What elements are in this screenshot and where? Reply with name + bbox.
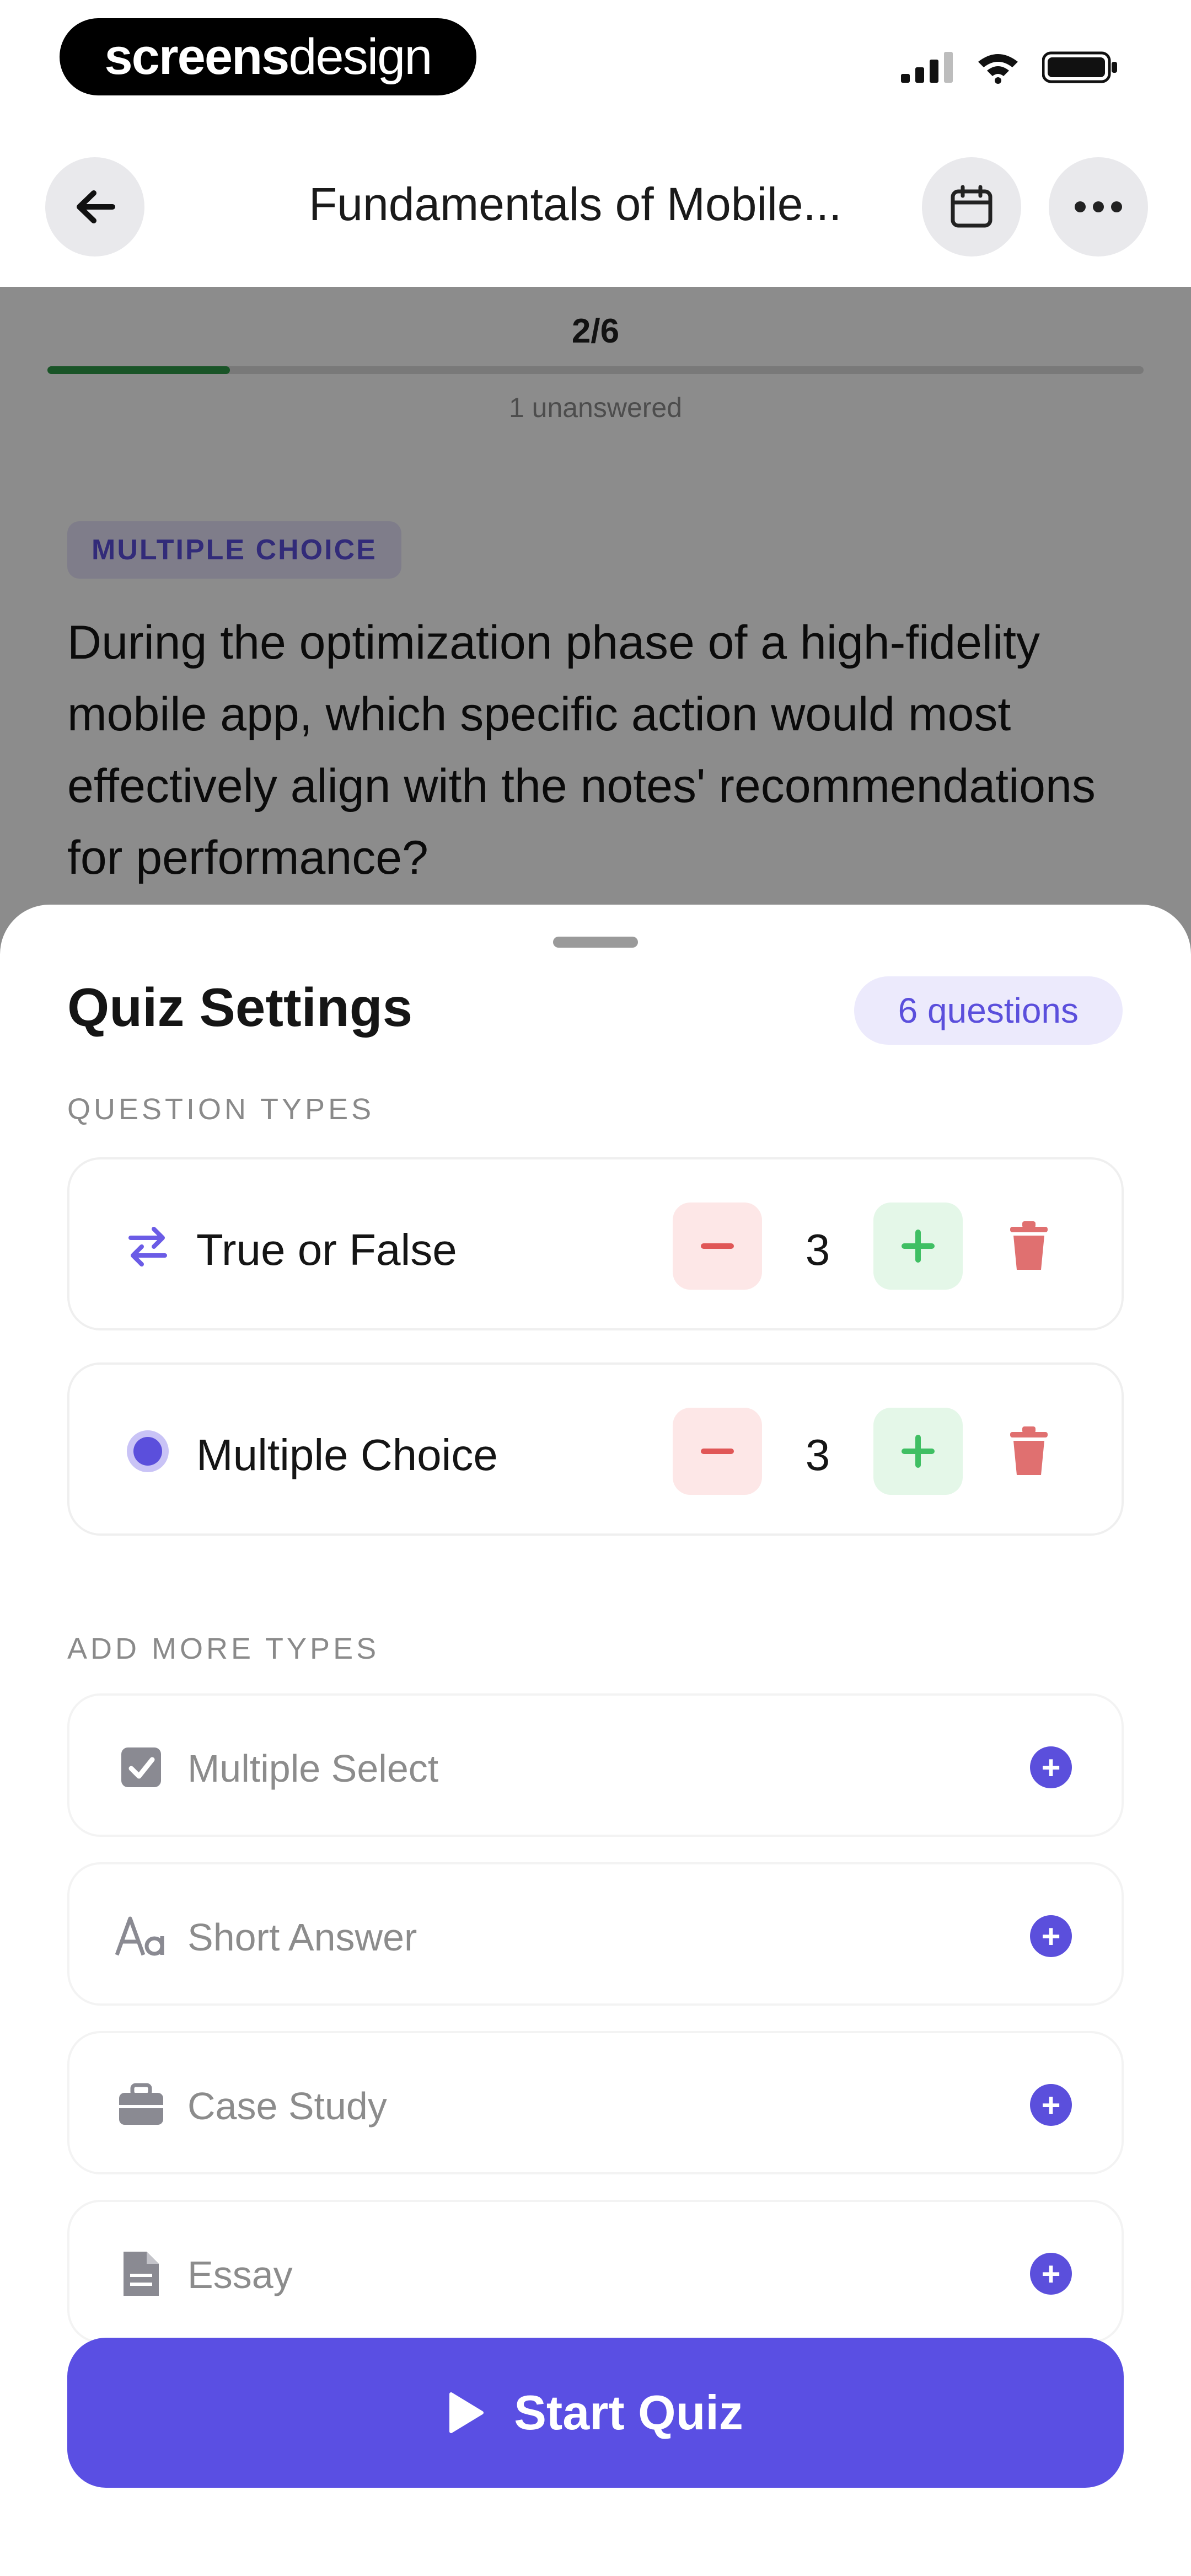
- text-aa-icon: [114, 1909, 169, 1964]
- start-quiz-button[interactable]: Start Quiz: [67, 2338, 1124, 2488]
- sheet-grabber[interactable]: [553, 937, 638, 948]
- add-type-label: Essay: [187, 2253, 293, 2296]
- increase-button[interactable]: [873, 1408, 963, 1495]
- question-count-badge: 6 questions: [854, 976, 1123, 1045]
- more-horizontal-icon: [1075, 201, 1122, 212]
- radio-dot-icon: [120, 1424, 175, 1479]
- question-count-value: 3: [805, 1225, 830, 1274]
- add-type-multiple-select[interactable]: Multiple Select +: [67, 1693, 1124, 1837]
- add-type-label: Short Answer: [187, 1916, 417, 1959]
- decrease-button[interactable]: [673, 1408, 762, 1495]
- question-type-label: True or False: [196, 1225, 457, 1274]
- question-type-card-true-false: True or False 3: [67, 1157, 1124, 1330]
- add-circle-icon[interactable]: +: [1030, 1915, 1072, 1957]
- add-circle-icon[interactable]: +: [1030, 1746, 1072, 1788]
- delete-type-button[interactable]: [1001, 1424, 1056, 1479]
- briefcase-icon: [114, 2077, 169, 2133]
- plus-icon: [902, 1435, 935, 1468]
- calendar-button[interactable]: [922, 157, 1021, 256]
- calendar-icon: [951, 185, 993, 228]
- question-types-label: QUESTION TYPES: [67, 1093, 375, 1126]
- top-nav: Fundamentals of Mobile...: [0, 127, 1191, 287]
- status-icons: [901, 51, 1119, 84]
- decrease-button[interactable]: [673, 1203, 762, 1290]
- page-title: Fundamentals of Mobile...: [309, 178, 842, 230]
- signal-icon: [901, 52, 953, 83]
- question-type-card-multiple-choice: Multiple Choice 3: [67, 1362, 1124, 1536]
- watermark-bold: screens: [104, 28, 290, 85]
- watermark-light: design: [288, 28, 432, 85]
- add-circle-icon[interactable]: +: [1030, 2253, 1072, 2295]
- add-type-label: Multiple Select: [187, 1747, 439, 1790]
- add-type-short-answer[interactable]: Short Answer +: [67, 1862, 1124, 2006]
- trash-icon: [1010, 1221, 1048, 1270]
- swap-arrows-icon: [120, 1218, 175, 1274]
- more-options-button[interactable]: [1049, 157, 1148, 256]
- increase-button[interactable]: [873, 1203, 963, 1290]
- sheet-title: Quiz Settings: [67, 977, 413, 1038]
- watermark-logo: screens design: [60, 18, 476, 95]
- plus-icon: [902, 1230, 935, 1263]
- quiz-settings-sheet: Quiz Settings 6 questions QUESTION TYPES…: [0, 905, 1191, 2576]
- document-icon: [114, 2246, 169, 2301]
- status-bar: screens design: [0, 0, 1191, 127]
- add-type-label: Case Study: [187, 2085, 387, 2128]
- question-type-label: Multiple Choice: [196, 1430, 498, 1479]
- back-button[interactable]: [45, 157, 144, 256]
- add-type-case-study[interactable]: Case Study +: [67, 2031, 1124, 2174]
- start-quiz-label: Start Quiz: [514, 2385, 743, 2440]
- question-count-value: 3: [805, 1430, 830, 1479]
- add-type-essay[interactable]: Essay +: [67, 2200, 1124, 2343]
- trash-icon: [1010, 1426, 1048, 1475]
- wifi-icon: [978, 54, 1018, 84]
- play-icon: [449, 2392, 484, 2433]
- arrow-left-icon: [77, 190, 115, 223]
- battery-icon: [1042, 51, 1117, 83]
- delete-type-button[interactable]: [1001, 1218, 1056, 1274]
- add-more-types-label: ADD MORE TYPES: [67, 1632, 380, 1665]
- minus-icon: [701, 1449, 734, 1454]
- minus-icon: [701, 1243, 734, 1249]
- add-circle-icon[interactable]: +: [1030, 2084, 1072, 2126]
- checkbox-icon: [114, 1740, 169, 1795]
- quiz-screen: screens design Fundamentals of Mobile...…: [0, 0, 1191, 2576]
